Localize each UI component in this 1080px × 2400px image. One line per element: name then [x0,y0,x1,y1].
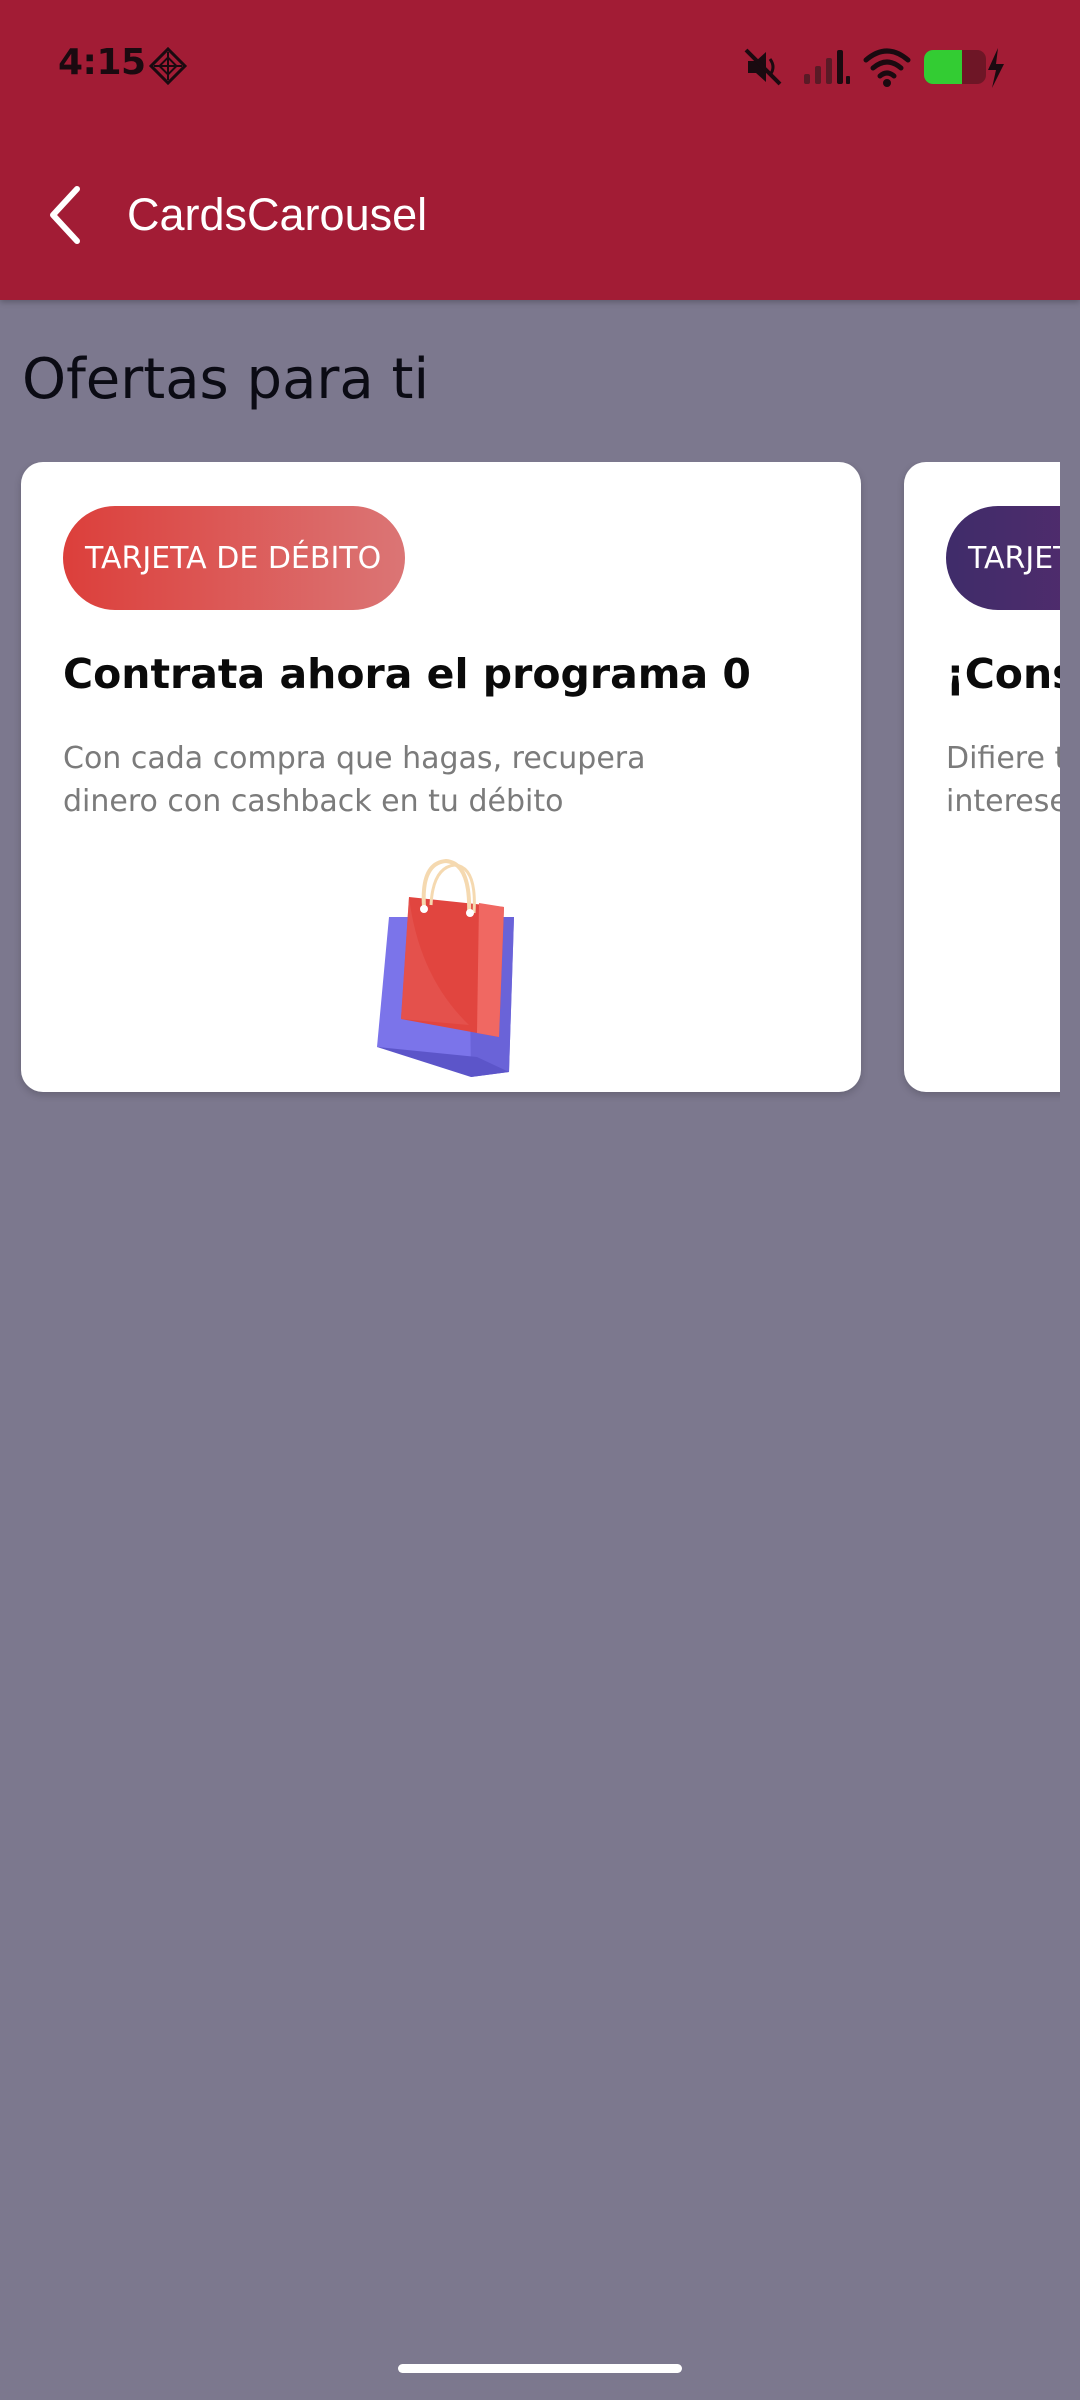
card-category-badge: TARJETA DE DÉBITO [63,506,405,610]
mute-icon [744,48,782,86]
cards-carousel[interactable]: TARJETA DE DÉBITO Contrata ahora el prog… [0,462,1060,1102]
card-title: Contrata ahora el programa 0 [63,650,751,698]
section-title: Ofertas para ti [22,347,430,412]
card-title: ¡Cons [946,650,1060,698]
chevron-left-icon [50,186,80,244]
wifi-icon [863,48,911,87]
offer-card-second[interactable]: TARJET ¡Cons Difiere t intereses [904,462,1060,1092]
shopping-bag-icon [377,858,514,1077]
battery-charging-icon [924,48,1004,88]
status-time: 4:15 [58,42,146,83]
home-indicator[interactable] [398,2364,682,2373]
offer-card-debit[interactable]: TARJETA DE DÉBITO Contrata ahora el prog… [21,462,861,1092]
card-description: Con cada compra que hagas, recupera dine… [63,741,646,819]
app-diamond-icon [148,46,188,86]
back-button[interactable] [30,175,100,255]
card-category-badge: TARJET [946,506,1060,610]
app-bar: 4:15 CardsCarousel [0,0,1080,300]
signal-icon [804,50,850,84]
card-description: Difiere t intereses [946,741,1060,819]
app-bar-title: CardsCarousel [127,189,428,240]
